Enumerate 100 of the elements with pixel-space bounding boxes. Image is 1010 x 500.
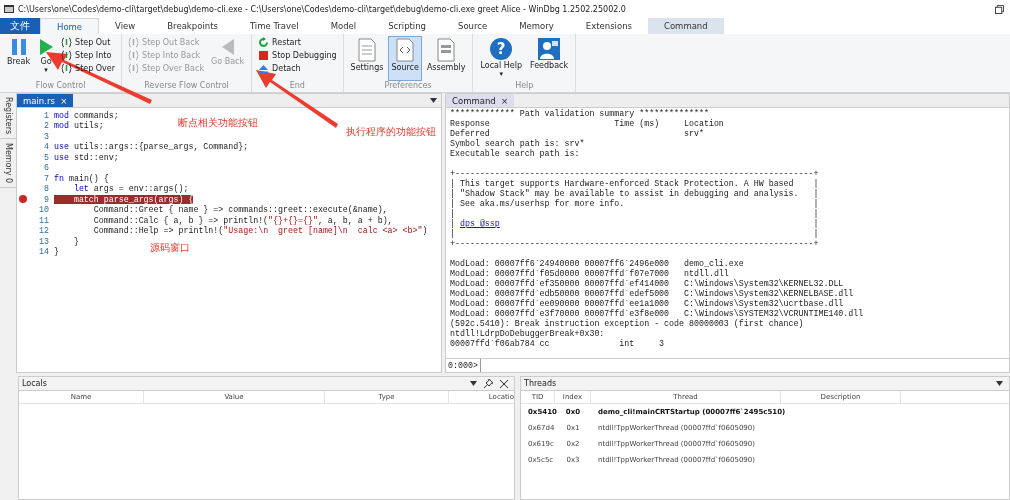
dropdown-icon[interactable]: [470, 381, 477, 386]
dropdown-icon[interactable]: [430, 98, 437, 103]
code-line: use utils::args::{parse_args, Command};: [54, 142, 249, 152]
output-line: +------------------------------------------------------------------------+: [450, 169, 820, 179]
line-number: 6: [43, 163, 50, 173]
line-number: 11: [38, 215, 50, 225]
ribbon-tab[interactable]: 文件: [0, 18, 40, 34]
ribbon-tab[interactable]: Command: [647, 18, 724, 34]
annotation-text: 执行程序的功能按钮: [346, 125, 436, 139]
ribbon-button[interactable]: Source: [388, 36, 422, 81]
output-line: ModLoad: 00007ffd`ef350000 00007ffd`ef414000 C:\Windows\System32\KERNEL32.DLL: [450, 279, 845, 289]
pane-title: Threads: [524, 379, 557, 388]
dropdown-icon[interactable]: [996, 381, 1003, 386]
output-line: ModLoad: 00007ff6`24940000 00007ff6`2496e000 demo_cli.exe: [450, 259, 745, 269]
line-number: 3: [43, 131, 50, 141]
binary-file-icon: [437, 38, 456, 62]
output-text: |: [450, 219, 456, 228]
ribbon-tab[interactable]: Extensions: [569, 18, 648, 34]
close-icon[interactable]: [500, 379, 508, 388]
code-line: }: [72, 236, 79, 246]
output-line: | This target supports Hardware-enforced Stack Protection. A HW based |: [450, 179, 820, 189]
line-number: 4: [43, 142, 50, 152]
ribbon-button[interactable]: Feedback: [526, 36, 572, 81]
code-line: mod utils;: [54, 121, 104, 131]
output-line: ModLoad: 00007ffd`f05d0000 00007ffd`f07e7000 ntdll.dll: [450, 269, 730, 279]
braces-icon: [128, 37, 140, 48]
braces-icon: [61, 63, 73, 74]
prompt-label: 0:000>: [446, 359, 481, 372]
help-icon: ?: [490, 38, 513, 60]
ribbon-button[interactable]: Assembly: [423, 36, 469, 81]
output-line: ModLoad: 00007ffd`e3f70000 00007ffd`e3f8e000 C:\Windows\SYSTEM32\VCRUNTIME140.dll: [450, 309, 865, 319]
command-tab[interactable]: Command ×: [446, 94, 515, 107]
group-label: Preferences: [383, 81, 433, 92]
output-line: Symbol search path is: srv*: [450, 139, 586, 149]
output-line: Response Time (ms) Location: [450, 119, 725, 129]
output-line: ntdll!LdrpDoDebuggerBreak+0x30:: [450, 329, 606, 339]
file-tab[interactable]: main.rs ×: [17, 94, 74, 107]
output-line: | "Shadow Stack" may be available to assist in debugging and analysis. |: [450, 189, 820, 199]
output-line: +------------------------------------------------------------------------+: [450, 239, 820, 249]
ribbon-tab[interactable]: View: [99, 18, 152, 34]
braces-icon: [128, 63, 140, 74]
ribbon-button[interactable]: Detach: [256, 62, 339, 75]
window-title: C:\Users\one\Codes\demo-cli\target\debug\demo-cli.exe - C:\Users\one\Codes\demo-cli\target\debug\demo-cli.exe greet Alice - WinDbg 1.2502.25002.0: [18, 4, 626, 14]
ribbon-button[interactable]: Step Out: [59, 36, 118, 49]
ribbon-button[interactable]: Settings: [347, 36, 387, 81]
group-label: Reverse Flow Control: [143, 81, 230, 92]
line-number: 2: [43, 121, 50, 131]
person-icon: [538, 38, 560, 60]
output-line: Executable search path is:: [450, 149, 581, 159]
output-line: ModLoad: 00007ffd`edb50000 00007ffd`edef5000 C:\Windows\System32\KERNELBASE.dll: [450, 289, 855, 299]
annotation-text: 源码窗口: [150, 241, 190, 255]
output-line: | |: [450, 209, 820, 219]
ribbon-tab[interactable]: Model: [314, 18, 373, 34]
ribbon-tab[interactable]: Time Travel: [233, 18, 315, 34]
line-number: 5: [43, 152, 50, 162]
code-line: use std::env;: [54, 152, 119, 162]
line-number: 8: [43, 184, 50, 194]
ribbon-button[interactable]: Restart: [256, 36, 339, 49]
code-line: }: [54, 247, 59, 257]
line-number: 14: [38, 247, 50, 257]
restore-icon[interactable]: [995, 4, 1004, 14]
ribbon-tab[interactable]: Scripting: [372, 18, 442, 34]
braces-icon: [128, 50, 140, 61]
code-line: let args = env::args();: [72, 184, 189, 194]
ribbon-button[interactable]: Step Into: [59, 49, 118, 62]
line-number: 10: [38, 205, 50, 215]
line-number: 13: [38, 236, 50, 246]
code-file-icon: [396, 38, 415, 62]
pause-icon: [10, 38, 27, 56]
ribbon-tab[interactable]: Memory: [503, 18, 570, 34]
ribbon-tab[interactable]: Home: [40, 18, 100, 34]
output-line: ModLoad: 00007ffd`ee090000 00007ffd`ee1a1000 C:\Windows\System32\ucrtbase.dll: [450, 299, 845, 309]
output-line: | See aka.ms/userhsp for more info. |: [450, 199, 820, 209]
braces-icon: [61, 50, 73, 61]
group-label: End: [288, 81, 306, 92]
restart-icon: [258, 37, 270, 48]
pane-title: Locals: [22, 379, 47, 388]
line-number: 12: [38, 226, 50, 236]
line-number: 7: [43, 173, 50, 183]
breakpoint-icon[interactable]: [19, 195, 27, 204]
ribbon-button[interactable]: Stop Debugging: [256, 49, 339, 62]
output-line: (592c.5410): Break instruction exception - code 80000003 (first chance): [450, 319, 805, 329]
code-line: Command::Greet { name } => commands::greet::execute(&name),: [92, 205, 388, 215]
line-number: 1: [43, 110, 50, 120]
command-link[interactable]: dps @ssp: [459, 219, 500, 228]
group-label: Help: [514, 81, 535, 92]
output-line: 00007ffd`f06ab784 cc int 3: [450, 339, 666, 349]
code-line: fn main() {: [54, 173, 109, 183]
ribbon-tab[interactable]: Breakpoints: [151, 18, 234, 34]
play-icon: [38, 38, 55, 56]
output-text: |: [812, 219, 819, 228]
line-number: 9: [43, 194, 50, 204]
ribbon-button[interactable]: Break: [4, 36, 34, 81]
ribbon-tab[interactable]: Source: [442, 18, 504, 34]
output-line: | |: [450, 229, 820, 239]
code-line: mod commands;: [54, 110, 119, 120]
output-line: ************* Path validation summary **************: [450, 109, 710, 119]
stop-icon: [258, 50, 270, 61]
code-line: Command::Help => println!("Usage:\n greet [name]\n calc <a> <b>"): [92, 226, 428, 236]
pin-icon[interactable]: [484, 379, 493, 388]
